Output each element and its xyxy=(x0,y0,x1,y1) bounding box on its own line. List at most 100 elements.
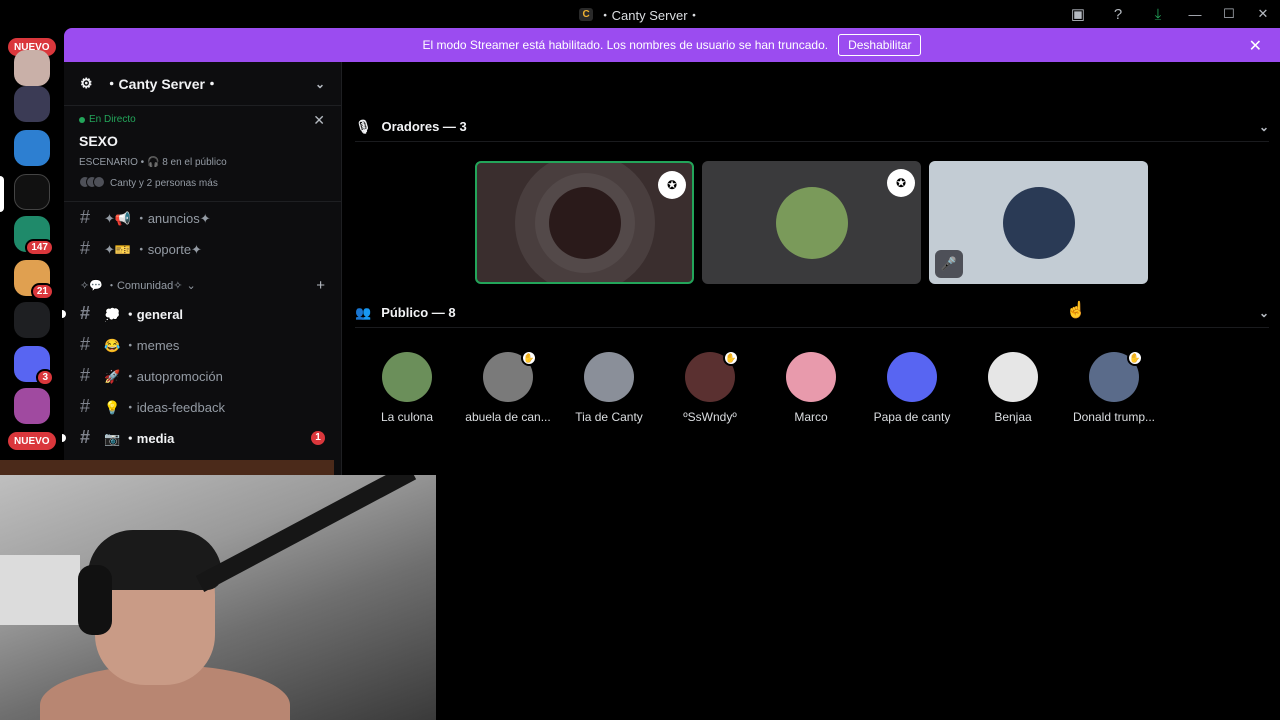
member-name: ºSsWndyº xyxy=(683,410,737,424)
stage-main: 🎙 Oradores — 3 ⌄ ✪ ✪ 🎤 👥 Público — 8 ⌄ L… xyxy=(343,62,1280,720)
channel-item-autopromocion[interactable]: # 🚀 ・autopromoción xyxy=(64,360,341,391)
webcam-overlay xyxy=(0,475,436,720)
minimize-button[interactable]: — xyxy=(1178,0,1212,28)
audience-member[interactable]: ✋ abuela de can... xyxy=(458,350,558,424)
hand-raised-icon: ✋ xyxy=(1127,350,1143,366)
audience-member[interactable]: Benjaa xyxy=(963,352,1063,424)
audience-member[interactable]: Papa de canty xyxy=(862,352,962,424)
help-icon[interactable]: ? xyxy=(1098,0,1138,28)
hand-raised-icon: ✋ xyxy=(521,350,537,366)
channel-item[interactable]: # ✦📢 ・anuncios✦ xyxy=(64,202,341,233)
maximize-button[interactable]: ☐ xyxy=(1212,0,1246,28)
server-icon[interactable] xyxy=(14,86,50,122)
chevron-down-icon: ⌄ xyxy=(186,279,196,292)
channel-label: 😂 ・memes xyxy=(104,338,180,353)
selected-pill xyxy=(0,176,4,212)
mention-badge: 147 xyxy=(25,239,54,256)
avatar: ✋ xyxy=(685,350,739,402)
avatar xyxy=(775,186,848,259)
channel-item-media[interactable]: # 📷 ・media 1 xyxy=(62,422,341,453)
live-label-text: En Directo xyxy=(89,114,136,125)
audience-header[interactable]: 👥 Público — 8 ⌄ xyxy=(355,298,1269,328)
streamer-mode-banner: El modo Streamer está habilitado. Los no… xyxy=(64,28,1280,62)
mention-badge: 1 xyxy=(311,430,325,445)
headphones-icon xyxy=(78,565,112,635)
avatar xyxy=(887,352,937,402)
server-icon[interactable]: 3 xyxy=(14,346,54,386)
disable-button[interactable]: Deshabilitar xyxy=(838,34,922,56)
server-gear-icon: ⚙ xyxy=(80,75,93,91)
hash-icon: # xyxy=(80,396,91,416)
channel-label: 📷 ・media xyxy=(104,431,175,446)
new-badge: NUEVO xyxy=(8,432,56,450)
channel-label: ✦🎫 ・soporte✦ xyxy=(104,242,202,257)
audience-member[interactable]: La culona xyxy=(357,352,457,424)
speakers-heading: Oradores — 3 xyxy=(381,119,467,134)
live-dot-icon xyxy=(79,116,85,123)
member-name: abuela de can... xyxy=(465,410,551,424)
chevron-down-icon[interactable]: ⌄ xyxy=(1259,306,1269,320)
add-channel-icon[interactable]: + xyxy=(316,277,325,294)
channel-item-memes[interactable]: # 😂 ・memes xyxy=(64,329,341,360)
server-icon[interactable] xyxy=(14,302,50,338)
people-icon: 👥 xyxy=(355,304,372,320)
live-label: En Directo xyxy=(79,114,326,125)
avatar xyxy=(548,186,621,259)
chevron-down-icon[interactable]: ⌄ xyxy=(1259,120,1269,134)
unread-pill xyxy=(62,433,66,442)
category-header[interactable]: ✧💬 ・Comunidad✧ ⌄ + xyxy=(64,272,341,298)
server-icon[interactable] xyxy=(14,388,50,424)
chevron-down-icon: ⌄ xyxy=(314,76,325,91)
hash-icon: # xyxy=(80,238,91,258)
member-name: Tia de Canty xyxy=(575,410,643,424)
channel-label: 💭 ・general xyxy=(104,307,184,322)
stage-people: Canty y 2 personas más xyxy=(79,176,326,191)
hash-icon: # xyxy=(80,365,91,385)
audience-member[interactable]: ✋ Donald trump... xyxy=(1064,350,1164,424)
banner-text: El modo Streamer está habilitado. Los no… xyxy=(422,38,829,52)
hash-icon: # xyxy=(80,303,91,323)
speakers-header[interactable]: 🎙 Oradores — 3 ⌄ xyxy=(355,112,1269,142)
user-panel-strip xyxy=(0,460,334,475)
audience-member[interactable]: Tia de Canty xyxy=(559,352,659,424)
audience-member[interactable]: Marco xyxy=(761,352,861,424)
avatar xyxy=(786,352,836,402)
server-header[interactable]: ⚙ ・Canty Server・ ⌄ xyxy=(64,62,341,106)
stage-people-text: Canty y 2 personas más xyxy=(110,178,218,189)
member-name: La culona xyxy=(380,410,434,424)
hash-icon: # xyxy=(80,207,91,227)
stage-topic: SEXO xyxy=(79,133,118,149)
hand-cursor-icon: ☝ xyxy=(1066,302,1086,319)
title-bar: C ・Canty Server・ ▣ ? ⤓ — ☐ ✕ xyxy=(0,0,1280,28)
avatar xyxy=(382,352,432,402)
mention-badge: 3 xyxy=(36,369,54,386)
channel-item-general[interactable]: # 💭 ・general xyxy=(62,298,341,329)
server-icon[interactable] xyxy=(14,130,50,166)
member-name: Papa de canty xyxy=(873,410,951,424)
close-window-button[interactable]: ✕ xyxy=(1246,0,1280,28)
mention-badge: 21 xyxy=(30,283,54,300)
server-icon[interactable] xyxy=(14,50,50,86)
close-icon[interactable]: ✕ xyxy=(313,112,325,129)
avatar xyxy=(584,352,634,402)
server-icon[interactable]: 21 xyxy=(14,260,54,300)
hash-icon: # xyxy=(80,427,91,447)
app-logo: C xyxy=(579,7,593,21)
audience-heading: Público — 8 xyxy=(381,305,456,320)
audience-member[interactable]: ✋ ºSsWndyº xyxy=(660,350,760,424)
download-icon[interactable]: ⤓ xyxy=(1138,0,1178,28)
channel-item-ideas[interactable]: # 💡 ・ideas-feedback xyxy=(64,391,341,422)
speaker-tile[interactable]: ✪ xyxy=(702,161,921,284)
screen-share-icon[interactable]: ▣ xyxy=(1058,0,1098,28)
speaker-tile[interactable]: 🎤 xyxy=(929,161,1148,284)
unread-pill xyxy=(62,309,66,318)
server-icon-canty[interactable] xyxy=(14,174,50,210)
close-icon[interactable]: ✕ xyxy=(1249,36,1262,56)
live-stage-card[interactable]: En Directo SEXO ESCENARIO • 🎧 8 en el pú… xyxy=(64,106,341,202)
avatar xyxy=(988,352,1038,402)
server-icon[interactable]: 147 xyxy=(14,216,54,256)
speaker-tile[interactable]: ✪ xyxy=(475,161,694,284)
moderator-icon: ✪ xyxy=(887,169,915,197)
channel-item[interactable]: # ✦🎫 ・soporte✦ xyxy=(64,233,341,264)
mic-arm xyxy=(195,475,417,592)
